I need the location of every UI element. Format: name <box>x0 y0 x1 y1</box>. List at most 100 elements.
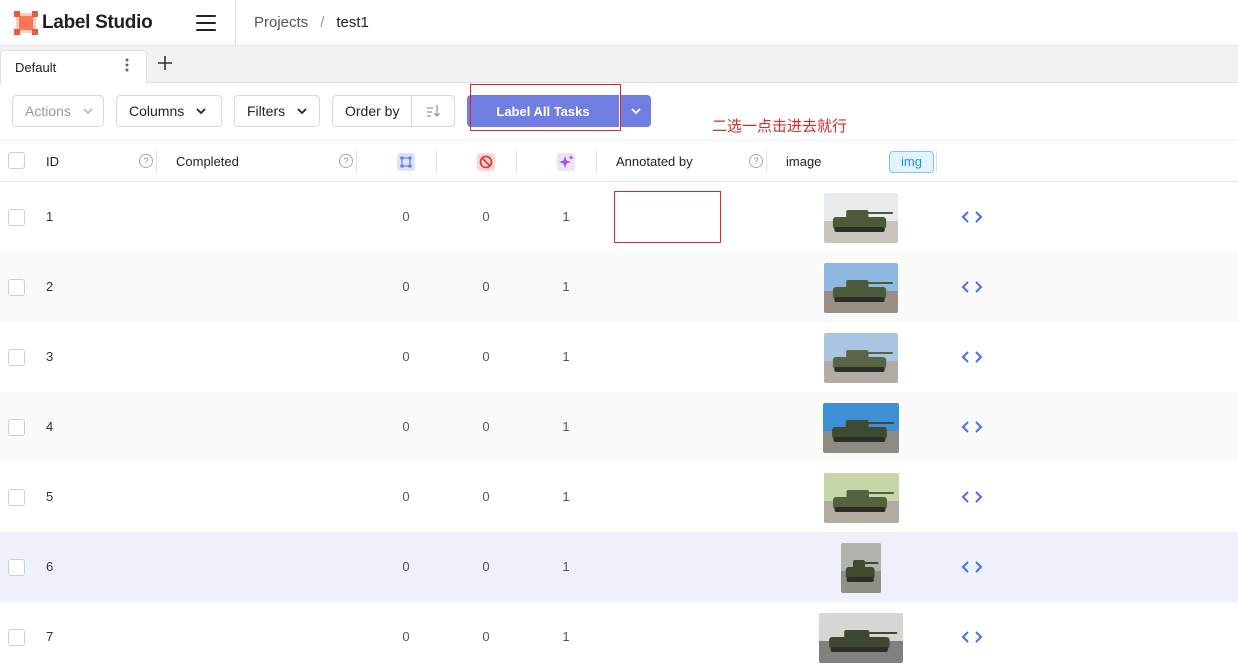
table-header: ID ? Completed ? Annotated by ? image im… <box>0 140 1238 182</box>
annotation-note: 二选一点击进去就行 <box>712 117 848 135</box>
code-view-icon[interactable] <box>960 629 984 645</box>
label-all-tasks-button[interactable]: Label All Tasks <box>467 95 619 127</box>
table-row[interactable]: 6 0 0 1 <box>0 532 1238 602</box>
tab-strip: Default <box>0 46 1238 84</box>
code-view-icon[interactable] <box>960 279 984 295</box>
column-divider <box>356 151 357 173</box>
column-divider <box>596 151 597 173</box>
label-dropdown-button[interactable] <box>621 95 651 127</box>
cell-id: 4 <box>46 419 54 434</box>
breadcrumb-projects[interactable]: Projects <box>254 14 308 31</box>
app-name: Label Studio <box>42 12 153 33</box>
breadcrumb-current[interactable]: test1 <box>336 14 369 31</box>
sort-icon[interactable] <box>412 104 454 118</box>
cell-total-annotations: 0 <box>402 629 410 644</box>
cell-total-annotations: 0 <box>402 279 410 294</box>
app-logo[interactable]: Label Studio <box>14 11 153 35</box>
cell-id: 3 <box>46 349 54 364</box>
code-view-icon[interactable] <box>960 489 984 505</box>
row-checkbox[interactable] <box>8 209 25 226</box>
cancelled-count-icon[interactable] <box>477 153 495 171</box>
image-thumbnail[interactable] <box>841 543 881 593</box>
table-row[interactable]: 1 0 0 1 <box>0 182 1238 252</box>
image-thumbnail[interactable] <box>824 193 898 243</box>
cell-id: 6 <box>46 559 54 574</box>
tab-label: Default <box>15 60 57 75</box>
actions-button[interactable]: Actions <box>12 95 104 127</box>
order-by-button[interactable]: Order by <box>332 95 455 127</box>
image-thumbnail[interactable] <box>824 333 898 383</box>
order-by-label: Order by <box>333 96 413 126</box>
breadcrumb: Projects / test1 <box>254 14 369 31</box>
col-completed-header[interactable]: Completed <box>176 141 239 182</box>
cell-cancelled: 0 <box>482 419 490 434</box>
code-view-icon[interactable] <box>960 209 984 225</box>
cell-cancelled: 0 <box>482 559 490 574</box>
cell-predictions: 1 <box>562 209 570 224</box>
row-checkbox[interactable] <box>8 629 25 646</box>
cell-cancelled: 0 <box>482 349 490 364</box>
column-divider <box>766 151 767 173</box>
code-view-icon[interactable] <box>960 559 984 575</box>
cell-total-annotations: 0 <box>402 559 410 574</box>
image-thumbnail[interactable] <box>819 613 903 663</box>
cell-predictions: 1 <box>562 559 570 574</box>
cell-cancelled: 0 <box>482 629 490 644</box>
menu-icon[interactable] <box>196 15 216 31</box>
image-thumbnail[interactable] <box>823 403 899 453</box>
topbar-divider <box>235 0 236 46</box>
row-checkbox[interactable] <box>8 559 25 576</box>
cell-id: 2 <box>46 279 54 294</box>
col-image-header[interactable]: image <box>786 141 821 182</box>
add-tab-icon[interactable] <box>156 54 174 72</box>
top-bar: Label Studio Projects / test1 <box>0 0 1238 46</box>
column-divider <box>436 151 437 173</box>
image-thumbnail[interactable] <box>824 473 899 523</box>
cell-id: 5 <box>46 489 54 504</box>
cell-id: 7 <box>46 629 54 644</box>
table-row[interactable]: 4 0 0 1 <box>0 392 1238 462</box>
help-icon[interactable]: ? <box>139 154 153 168</box>
annotations-count-icon[interactable] <box>397 153 415 171</box>
cell-predictions: 1 <box>562 489 570 504</box>
chevron-down-icon <box>297 108 307 115</box>
row-checkbox[interactable] <box>8 489 25 506</box>
help-icon[interactable]: ? <box>339 154 353 168</box>
col-id-header[interactable]: ID <box>46 141 59 182</box>
cell-predictions: 1 <box>562 279 570 294</box>
filters-label: Filters <box>247 103 286 119</box>
label-all-tasks-label: Label All Tasks <box>496 103 590 119</box>
cell-predictions: 1 <box>562 419 570 434</box>
table-row[interactable]: 5 0 0 1 <box>0 462 1238 532</box>
tab-default[interactable]: Default <box>0 50 147 84</box>
table-row[interactable]: 2001 <box>0 252 1238 322</box>
help-icon[interactable]: ? <box>749 154 763 168</box>
image-thumbnail[interactable] <box>824 263 898 313</box>
row-checkbox[interactable] <box>8 279 25 296</box>
col-annotated-by-header[interactable]: Annotated by <box>616 141 693 182</box>
predictions-count-icon[interactable] <box>557 153 575 171</box>
row-checkbox[interactable] <box>8 349 25 366</box>
chevron-down-icon <box>196 108 206 115</box>
label-studio-logo-icon <box>14 11 38 35</box>
column-divider <box>936 151 937 173</box>
code-view-icon[interactable] <box>960 349 984 365</box>
cell-total-annotations: 0 <box>402 419 410 434</box>
row-checkbox[interactable] <box>8 419 25 436</box>
table-row[interactable]: 3 0 0 1 <box>0 322 1238 392</box>
select-all-checkbox[interactable] <box>8 152 25 169</box>
cell-predictions: 1 <box>562 629 570 644</box>
image-type-chip: img <box>889 151 934 173</box>
cell-total-annotations: 0 <box>402 489 410 504</box>
breadcrumb-separator: / <box>320 14 325 31</box>
cell-id: 1 <box>46 209 54 224</box>
chevron-down-icon <box>631 108 641 115</box>
filters-button[interactable]: Filters <box>234 95 320 127</box>
columns-button[interactable]: Columns <box>116 95 222 127</box>
actions-label: Actions <box>25 103 71 119</box>
table-row[interactable]: 7 0 0 1 <box>0 602 1238 666</box>
cell-total-annotations: 0 <box>402 349 410 364</box>
cell-total-annotations: 0 <box>402 209 410 224</box>
more-vertical-icon[interactable] <box>121 57 133 79</box>
code-view-icon[interactable] <box>960 419 984 435</box>
